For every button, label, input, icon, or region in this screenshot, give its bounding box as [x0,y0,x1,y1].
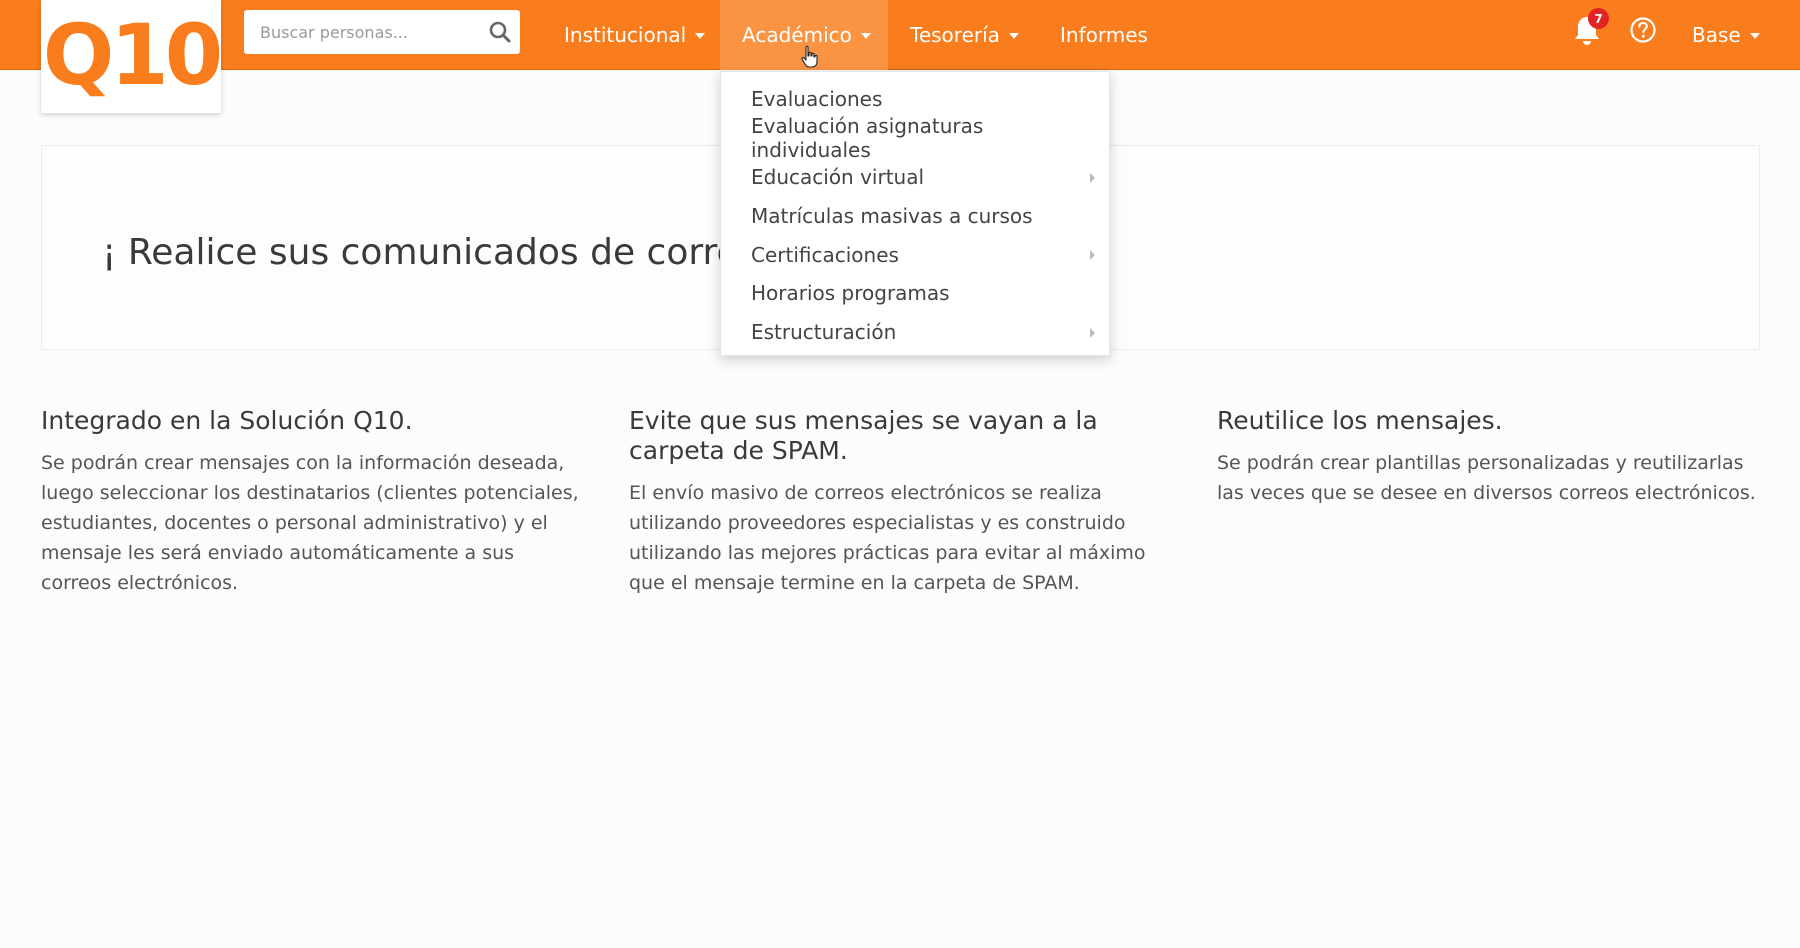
feature-integrado: Integrado en la Solución Q10. Se podrán … [41,406,586,598]
caret-down-icon [1749,33,1760,39]
menu-item-evaluacion-asignaturas[interactable]: Evaluación asignaturas individuales [721,114,1109,162]
notification-badge: 7 [1588,8,1609,29]
menu-item-educacion-virtual[interactable]: Educación virtual [721,158,1109,197]
feature-spam: Evite que sus mensajes se vayan a la car… [629,406,1174,598]
hand-pointer-icon [801,45,818,68]
submenu-arrow-icon [1090,172,1095,183]
caret-down-icon [860,33,871,39]
menu-item-estructuracion[interactable]: Estructuración [721,313,1109,352]
feature-title: Integrado en la Solución Q10. [41,406,413,435]
caret-down-icon [1008,33,1019,39]
nav-base[interactable]: Base [1670,0,1782,70]
menu-item-matriculas-masivas[interactable]: Matrículas masivas a cursos [721,196,1109,235]
search-icon[interactable] [488,20,512,44]
search-box [244,10,520,54]
search-input[interactable] [244,10,484,54]
logo-text: Q10 [42,6,223,104]
submenu-arrow-icon [1090,250,1095,261]
nav-tesoreria-label: Tesorería [910,23,1000,47]
academico-dropdown-menu: Evaluaciones Evaluación asignaturas indi… [720,71,1110,356]
menu-item-label: Educación virtual [751,164,925,189]
menu-item-label: Matrículas masivas a cursos [751,203,1033,228]
feature-reutilice: Reutilice los mensajes. Se podrán crear … [1217,406,1762,508]
feature-title: Reutilice los mensajes. [1217,406,1503,435]
logo[interactable]: Q10 [41,0,223,113]
menu-item-evaluaciones[interactable]: Evaluaciones [721,80,1109,119]
nav-base-label: Base [1692,23,1741,47]
menu-item-label: Estructuración [751,320,897,345]
question-circle-icon[interactable] [1629,16,1657,44]
menu-item-label: Evaluación asignaturas individuales [751,114,984,163]
menu-item-label: Horarios programas [751,281,950,306]
menu-item-certificaciones[interactable]: Certificaciones [721,235,1109,274]
submenu-arrow-icon [1090,327,1095,338]
feature-text: El envío masivo de correos electrónicos … [629,482,1146,594]
feature-text: Se podrán crear mensajes con la informac… [41,452,579,594]
nav-academico-label: Académico [742,23,852,47]
top-navbar: Institucional Académico Tesorería Inform… [0,0,1800,70]
hero-title: ¡ Realice sus comunicados de correo ele [102,232,827,273]
menu-item-label: Evaluaciones [751,87,883,112]
nav-institucional-label: Institucional [564,23,687,47]
nav-institucional[interactable]: Institucional [542,0,727,70]
nav-tesoreria[interactable]: Tesorería [888,0,1041,70]
menu-item-label: Certificaciones [751,242,899,267]
menu-item-horarios-programas[interactable]: Horarios programas [721,274,1109,313]
caret-down-icon [695,33,706,39]
nav-informes[interactable]: Informes [1038,0,1170,70]
nav-informes-label: Informes [1060,23,1148,47]
feature-title: Evite que sus mensajes se vayan a la car… [629,406,1098,465]
feature-text: Se podrán crear plantillas personalizada… [1217,452,1756,504]
